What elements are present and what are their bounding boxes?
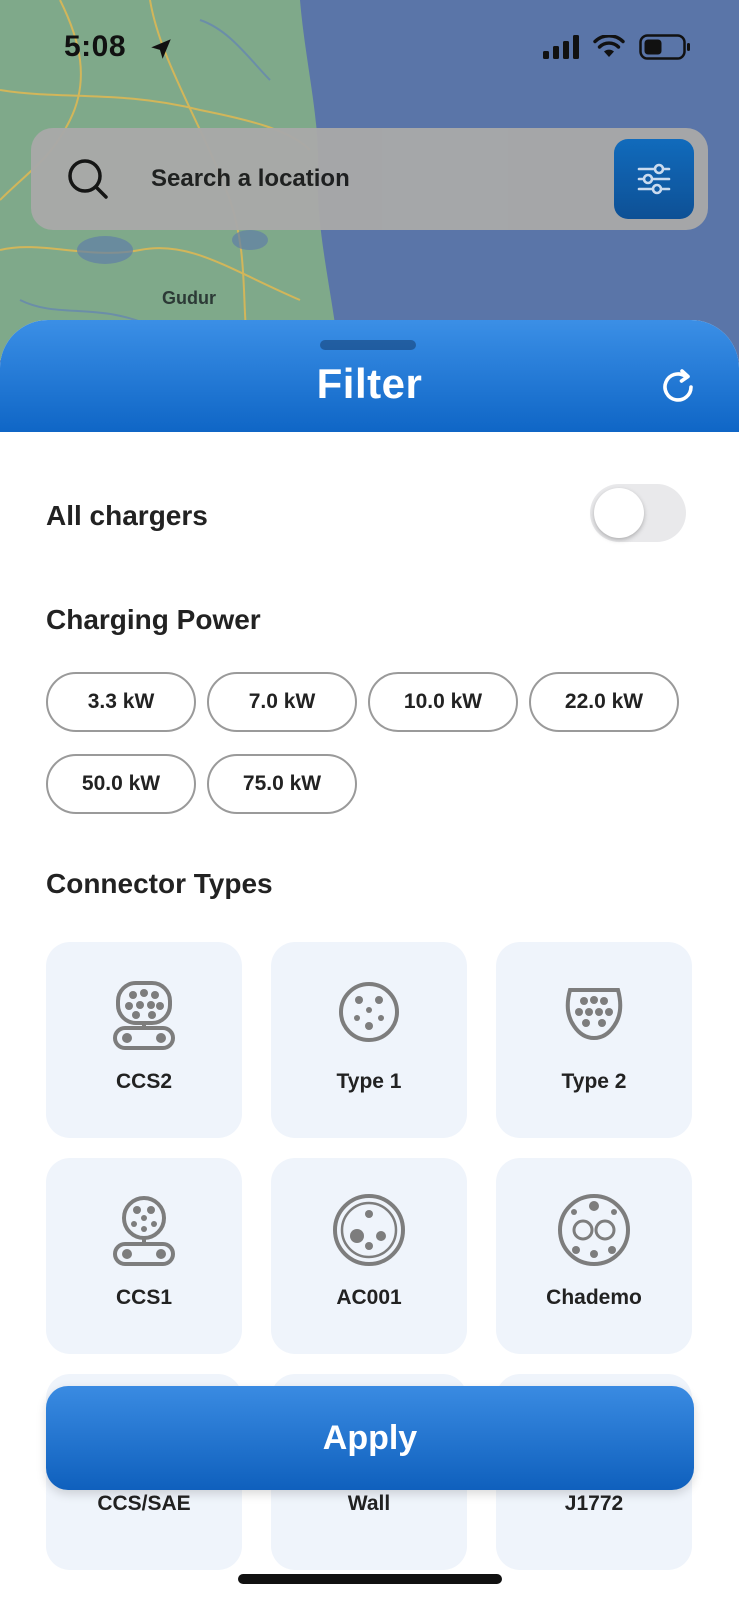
connector-card-type1[interactable]: Type 1: [271, 942, 467, 1138]
connector-card-chademo[interactable]: Chademo: [496, 1158, 692, 1354]
location-arrow-icon: [151, 39, 171, 59]
charging-power-label: Charging Power: [46, 604, 261, 635]
power-chip-22kw[interactable]: 22.0 kW: [529, 672, 679, 732]
connector-label: Chademo: [546, 1286, 642, 1309]
ac001-connector-icon: [333, 1194, 405, 1266]
toggle-knob: [594, 488, 644, 538]
connector-label: CCS1: [115, 1286, 173, 1309]
type2-connector-icon: [565, 988, 623, 1041]
power-chip-50kw[interactable]: 50.0 kW: [46, 754, 196, 814]
connector-label: Wall: [347, 1492, 391, 1515]
charging-power-options: 3.3 kW 7.0 kW 10.0 kW 22.0 kW 50.0 kW 75…: [46, 672, 706, 814]
refresh-icon: [663, 369, 693, 402]
chademo-connector-icon: [558, 1194, 630, 1266]
filter-button[interactable]: [614, 139, 694, 219]
power-chip-7kw[interactable]: 7.0 kW: [207, 672, 357, 732]
battery-icon: [639, 34, 690, 60]
all-chargers-label: All chargers: [46, 500, 208, 531]
map-place-label: Gudur: [162, 288, 216, 308]
connector-card-type2[interactable]: Type 2: [496, 942, 692, 1138]
sheet-header: Filter: [0, 320, 739, 432]
connector-label: CCS2: [115, 1070, 173, 1093]
search-input[interactable]: [151, 162, 571, 196]
power-chip-10kw[interactable]: 10.0 kW: [368, 672, 518, 732]
connector-label: AC001: [336, 1286, 402, 1309]
home-indicator: [238, 1574, 502, 1584]
sliders-icon: [637, 163, 671, 195]
search-bar: [31, 128, 708, 230]
connector-label: Type 2: [561, 1070, 627, 1093]
ccs2-connector-icon: [113, 981, 175, 1050]
connector-label: CCS/SAE: [97, 1492, 191, 1515]
type1-connector-icon: [339, 982, 399, 1042]
connector-card-ccs2[interactable]: CCS2: [46, 942, 242, 1138]
connector-label: Type 1: [336, 1070, 402, 1093]
reset-button[interactable]: [655, 364, 701, 410]
connector-card-ccs1[interactable]: CCS1: [46, 1158, 242, 1354]
cellular-signal-icon: [543, 35, 579, 59]
power-chip-3-3kw[interactable]: 3.3 kW: [46, 672, 196, 732]
filter-sheet: Filter All chargers Charging Power 3.3 k…: [0, 320, 739, 1600]
connector-label: J1772: [564, 1492, 624, 1515]
wifi-icon: [593, 35, 625, 57]
status-time: 5:08: [64, 30, 127, 63]
power-chip-75kw[interactable]: 75.0 kW: [207, 754, 357, 814]
status-icons: [543, 34, 691, 60]
all-chargers-toggle[interactable]: [590, 484, 686, 542]
connector-card-ac001[interactable]: AC001: [271, 1158, 467, 1354]
apply-button[interactable]: Apply: [46, 1386, 694, 1490]
sheet-grabber[interactable]: [320, 340, 416, 350]
ccs1-connector-icon: [113, 1196, 175, 1266]
connector-types-label: Connector Types: [46, 868, 273, 899]
sheet-title: Filter: [316, 360, 423, 407]
search-icon: [68, 159, 108, 199]
